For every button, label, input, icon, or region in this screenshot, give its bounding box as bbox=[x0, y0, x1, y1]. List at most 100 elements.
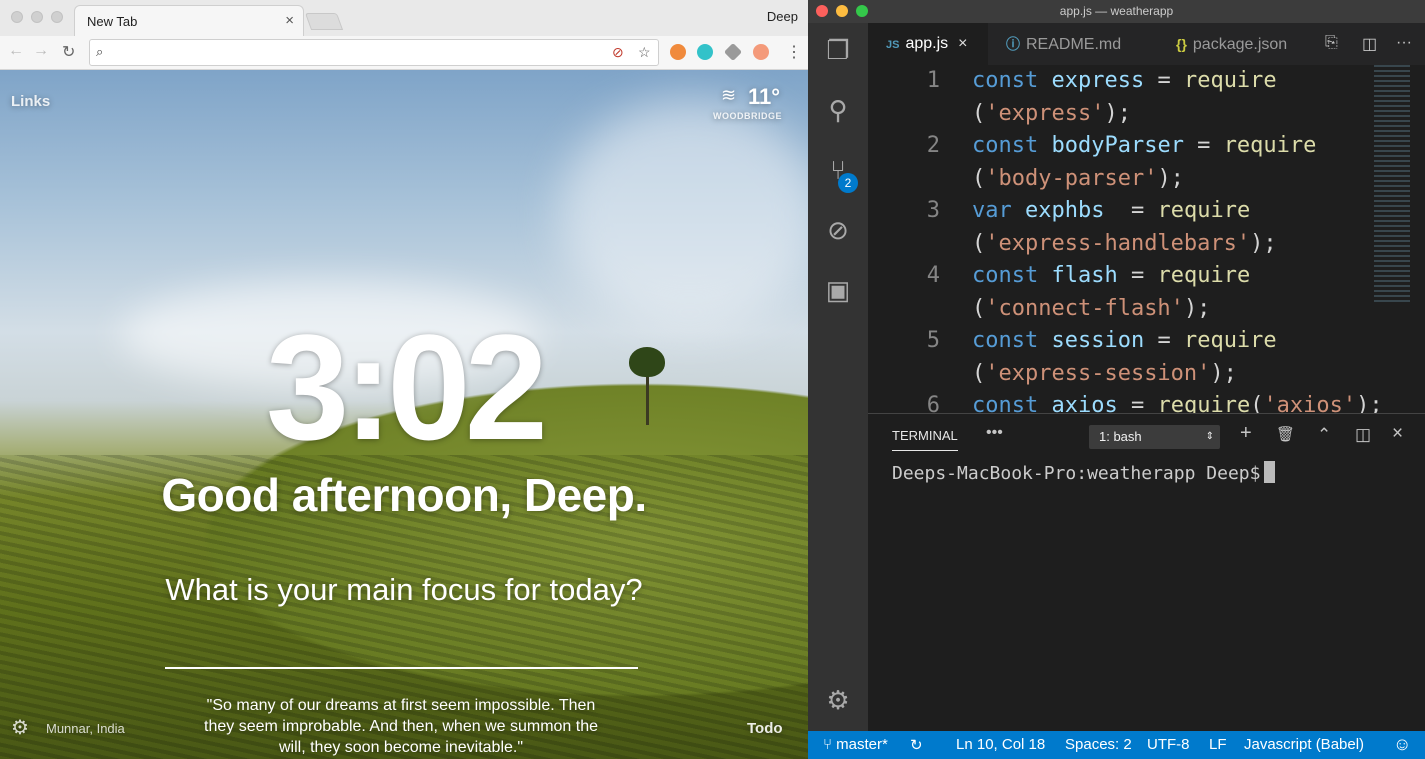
debug-icon[interactable]: ⊘ bbox=[808, 215, 868, 246]
terminal-cursor bbox=[1264, 461, 1276, 483]
code-token: ); bbox=[1104, 100, 1131, 126]
bookmark-star-icon[interactable]: ☆ bbox=[638, 44, 651, 61]
back-icon[interactable]: ← bbox=[8, 42, 24, 60]
sync-icon[interactable]: ↻ bbox=[910, 736, 923, 754]
more-actions-icon[interactable]: ··· bbox=[1396, 34, 1412, 52]
profile-name[interactable]: Deep bbox=[767, 9, 798, 24]
tracker-icon[interactable]: ⊘ bbox=[612, 44, 624, 61]
maximize-panel-icon[interactable]: ⌃ bbox=[1317, 425, 1331, 445]
search-icon[interactable]: ⚲ bbox=[808, 95, 868, 126]
chevron-updown-icon: ⇕ bbox=[1205, 431, 1214, 442]
close-panel-icon[interactable]: × bbox=[1392, 423, 1403, 445]
code-text: const express = require bbox=[972, 65, 1277, 97]
tab-close-icon[interactable]: × bbox=[958, 35, 967, 52]
minimize-window-button[interactable] bbox=[31, 11, 43, 23]
code-token: = bbox=[1144, 328, 1184, 353]
maximize-window-button[interactable] bbox=[51, 11, 63, 23]
line-number: 6 bbox=[926, 393, 940, 413]
code-text: ('express-session'); bbox=[972, 358, 1237, 390]
code-token: ( bbox=[972, 165, 986, 191]
new-tab-button[interactable] bbox=[304, 13, 344, 30]
settings-gear-icon[interactable]: ⚙ bbox=[11, 715, 29, 740]
window-title: app.js — weatherapp bbox=[1059, 4, 1174, 18]
tab-close-icon[interactable]: × bbox=[285, 12, 294, 29]
vscode-titlebar: app.js — weatherapp bbox=[808, 0, 1425, 23]
close-window-button[interactable] bbox=[11, 11, 23, 23]
tab-terminal[interactable]: TERMINAL bbox=[892, 428, 958, 451]
reload-icon[interactable]: ↻ bbox=[62, 42, 75, 62]
code-editor[interactable]: 1 const express = require ('express'); 2 con… bbox=[868, 65, 1425, 413]
code-token: ); bbox=[1356, 393, 1383, 413]
code-token: ); bbox=[1250, 230, 1277, 256]
photo-location[interactable]: Munnar, India bbox=[46, 721, 125, 736]
focus-input[interactable] bbox=[165, 667, 638, 669]
more-icon[interactable]: ••• bbox=[986, 424, 1003, 442]
chrome-titlebar: New Tab × Deep bbox=[0, 0, 808, 36]
code-token: exphbs bbox=[1025, 198, 1105, 223]
language-mode[interactable]: Javascript (Babel) bbox=[1244, 736, 1364, 753]
explorer-icon[interactable]: ❐ bbox=[808, 35, 868, 66]
code-token: const bbox=[972, 263, 1039, 288]
code-token: require bbox=[1157, 198, 1251, 223]
code-text: const axios = require('axios'); bbox=[972, 390, 1383, 413]
tab-new-tab[interactable]: New Tab × bbox=[74, 5, 304, 36]
forward-icon[interactable]: → bbox=[33, 42, 49, 60]
code-token: 'express-session' bbox=[985, 360, 1211, 386]
teal-extension-icon[interactable] bbox=[697, 44, 713, 60]
settings-gear-icon[interactable]: ⚙ bbox=[808, 685, 868, 716]
source-control-badge: 2 bbox=[838, 173, 858, 193]
terminal-output[interactable]: Deeps-MacBook-Pro:weatherapp Deep$ bbox=[892, 461, 1276, 484]
code-token: flash bbox=[1051, 263, 1118, 288]
code-token: ( bbox=[1250, 393, 1264, 413]
code-token: = bbox=[1117, 393, 1158, 413]
code-text: ('express'); bbox=[972, 98, 1131, 130]
code-text: ('express-handlebars'); bbox=[972, 228, 1277, 260]
line-ending[interactable]: LF bbox=[1209, 736, 1227, 753]
dribbble-extension-icon[interactable] bbox=[753, 44, 769, 60]
split-editor-icon[interactable]: ◫ bbox=[1362, 34, 1377, 54]
tab-readme-md[interactable]: ⓘ README.md bbox=[988, 23, 1158, 65]
terminal-select[interactable]: 1: bash ⇕ bbox=[1089, 425, 1220, 449]
open-preview-icon[interactable]: ⎘ bbox=[1325, 34, 1338, 52]
code-token: const bbox=[972, 328, 1039, 353]
git-branch[interactable]: ⑂ master* bbox=[823, 736, 888, 753]
indentation[interactable]: Spaces: 2 bbox=[1065, 736, 1132, 753]
code-token: const bbox=[972, 393, 1039, 413]
code-token: ( bbox=[972, 230, 986, 256]
chrome-menu-icon[interactable]: ⋮ bbox=[786, 42, 802, 62]
split-panel-icon[interactable]: ◫ bbox=[1355, 425, 1371, 445]
terminal-prompt: Deeps-MacBook-Pro:weatherapp Deep$ bbox=[892, 463, 1261, 484]
greeting: Good afternoon, Deep. bbox=[161, 469, 647, 521]
tab-package-json[interactable]: {} package.json bbox=[1158, 23, 1308, 65]
code-token: const bbox=[972, 133, 1039, 158]
todo-button[interactable]: Todo bbox=[747, 720, 783, 737]
links-button[interactable]: Links bbox=[11, 93, 50, 110]
feedback-smiley-icon[interactable]: ☺ bbox=[1393, 734, 1411, 755]
code-token: require bbox=[1157, 393, 1251, 413]
trash-icon[interactable]: 🗑 bbox=[1276, 425, 1295, 443]
extensions-icon[interactable]: ▣ bbox=[808, 275, 868, 306]
new-terminal-icon[interactable]: + bbox=[1240, 422, 1252, 445]
terminal-select-value: 1: bash bbox=[1099, 429, 1142, 444]
code-token: = bbox=[1117, 263, 1158, 288]
weather-temperature[interactable]: 11° bbox=[748, 84, 780, 110]
tab-app-js[interactable]: JS app.js × bbox=[868, 23, 988, 65]
layers-extension-icon[interactable] bbox=[723, 42, 743, 62]
chrome-window: New Tab × Deep ← → ↻ ⌕ ⊘ ☆ ⋮ Links ≋ 11°… bbox=[0, 0, 808, 759]
activity-bar: ❐ ⚲ ⑂ 2 ⊘ ▣ ⚙ bbox=[808, 23, 868, 731]
cursor-position[interactable]: Ln 10, Col 18 bbox=[956, 736, 1045, 753]
line-number: 5 bbox=[926, 328, 940, 353]
address-bar[interactable]: ⌕ ⊘ ☆ bbox=[89, 39, 659, 66]
code-token: ); bbox=[1157, 165, 1184, 191]
encoding[interactable]: UTF-8 bbox=[1147, 736, 1190, 753]
javascript-file-icon: JS bbox=[886, 39, 900, 51]
code-token: var bbox=[972, 198, 1012, 223]
code-text: const bodyParser = require bbox=[972, 130, 1316, 162]
minimap[interactable] bbox=[1374, 65, 1410, 305]
orange-extension-icon[interactable] bbox=[670, 44, 686, 60]
clock: 3:02 bbox=[265, 303, 548, 471]
